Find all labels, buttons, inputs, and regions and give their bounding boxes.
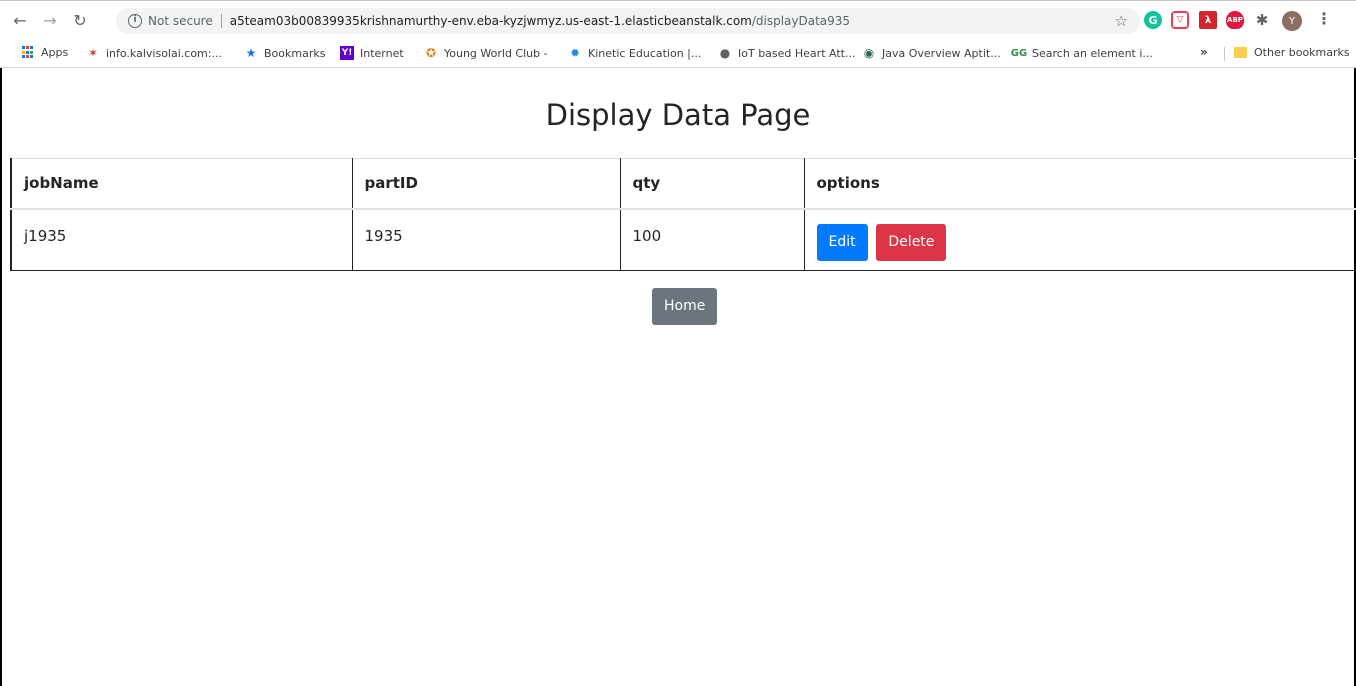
forward-arrow-icon[interactable]: → [38, 9, 62, 33]
url-path: /displayData935 [751, 14, 851, 28]
back-arrow-icon[interactable]: ← [8, 9, 32, 33]
edit-button[interactable]: Edit [816, 223, 868, 261]
table-row: j1935 1935 100 Edit Delete [11, 208, 1356, 271]
column-header-partid: partID [352, 158, 621, 210]
bookmarks-overflow-icon[interactable]: » [1200, 45, 1208, 59]
globe-icon: ● [719, 46, 731, 60]
table-header-row: jobName partID qty options [11, 158, 1356, 210]
bookmark-java[interactable]: ◉ Java Overview Aptit... [862, 46, 1001, 60]
bookmark-internet[interactable]: Y! Internet [340, 46, 404, 60]
cell-partid: 1935 [352, 208, 621, 271]
profile-avatar[interactable]: Y [1282, 11, 1302, 31]
home-button[interactable]: Home [652, 288, 718, 325]
java-favicon: ◉ [863, 46, 875, 60]
page-title: Display Data Page [545, 98, 811, 132]
url-host: a5team03b00839935krishnamurthy-env.eba-k… [229, 14, 752, 28]
bookmark-label: info.kalvisolai.com:... [106, 46, 222, 60]
reload-icon[interactable]: ↻ [68, 9, 92, 33]
url-text[interactable]: a5team03b00839935krishnamurthy-env.eba-k… [230, 14, 850, 28]
bookmark-apps[interactable]: Apps [22, 46, 68, 59]
bookmark-kalvisolai[interactable]: ✶ info.kalvisolai.com:... [86, 46, 222, 60]
bookmark-label: IoT based Heart Att... [738, 46, 856, 60]
bookmark-label: Search an element i... [1032, 46, 1153, 60]
yahoo-favicon: Y! [340, 46, 354, 60]
grammarly-extension-icon[interactable]: G [1144, 11, 1162, 29]
address-separator [220, 14, 222, 28]
adblock-extension-icon[interactable]: ABP [1226, 11, 1244, 29]
address-bar[interactable]: i Not secure a5team03b00839935krishnamur… [116, 8, 1140, 34]
cell-jobname: j1935 [11, 208, 353, 271]
cell-options: Edit Delete [804, 208, 1356, 271]
bookmark-young-world[interactable]: ✪ Young World Club - [424, 46, 548, 60]
bookmark-label: Apps [41, 46, 69, 59]
bookmark-label: Bookmarks [264, 46, 326, 60]
bookmarks-bar: Apps ✶ info.kalvisolai.com:... ★ Bookmar… [0, 40, 1356, 68]
kalvisolai-favicon: ✶ [87, 46, 99, 60]
more-menu-icon[interactable]: ⋮ [1316, 9, 1332, 28]
bookmark-iot[interactable]: ● IoT based Heart Att... [718, 46, 856, 60]
extensions-puzzle-icon[interactable]: ✱ [1253, 11, 1271, 29]
data-table: jobName partID qty options j1935 1935 10… [10, 158, 1356, 271]
column-header-qty: qty [620, 158, 805, 210]
pdf-extension-icon[interactable]: λ [1199, 11, 1217, 29]
other-bookmarks[interactable]: Other bookmarks [1234, 46, 1350, 59]
gfg-favicon: GG [1010, 47, 1028, 59]
delete-button[interactable]: Delete [876, 223, 947, 261]
column-header-jobname: jobName [11, 158, 353, 210]
bookmark-gfg[interactable]: GG Search an element i... [1010, 46, 1153, 60]
column-header-options: options [804, 158, 1356, 210]
bookmark-label: Internet [360, 46, 404, 60]
page-viewport: Display Data Page jobName partID qty opt… [0, 68, 1356, 686]
kinetic-favicon: ✹ [569, 46, 581, 60]
browser-toolbar: ← → ↻ i Not secure a5team03b00839935kris… [0, 0, 1356, 40]
young-world-favicon: ✪ [425, 46, 437, 60]
bookmark-label: Young World Club - [444, 46, 548, 60]
info-icon[interactable]: i [128, 14, 142, 28]
star-icon[interactable]: ☆ [1115, 12, 1128, 30]
bookmark-kinetic[interactable]: ✹ Kinetic Education |... [568, 46, 701, 60]
star-bookmark-icon: ★ [245, 46, 257, 60]
bookmark-bookmarks[interactable]: ★ Bookmarks [244, 46, 326, 60]
bookmark-label: Kinetic Education |... [588, 46, 702, 60]
cell-qty: 100 [620, 208, 805, 271]
folder-icon [1234, 47, 1247, 58]
bookmark-label: Java Overview Aptit... [882, 46, 1001, 60]
apps-grid-icon [22, 46, 35, 59]
bookmarks-separator [1224, 47, 1225, 61]
other-bookmarks-label: Other bookmarks [1254, 46, 1350, 59]
security-label[interactable]: Not secure [148, 14, 213, 28]
pocket-extension-icon[interactable]: ▽ [1171, 11, 1189, 29]
